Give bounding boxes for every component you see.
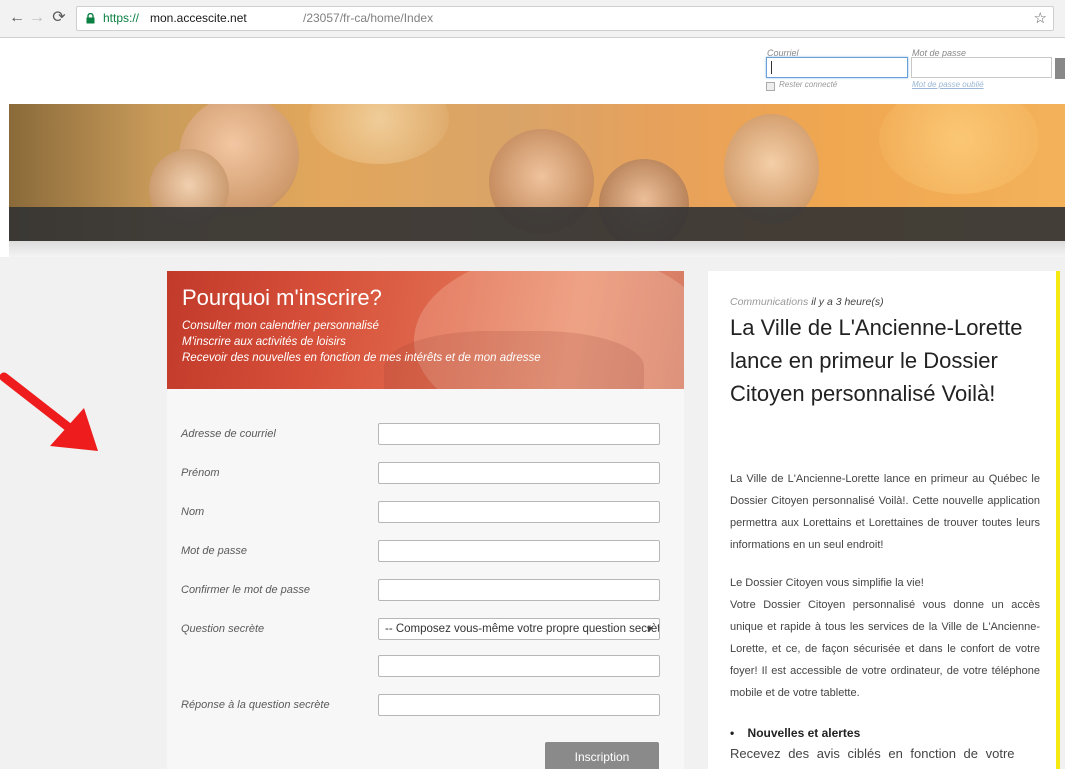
confirm-password-field[interactable] xyxy=(378,579,660,601)
article-subheading: Le Dossier Citoyen vous simplifie la vie… xyxy=(730,577,924,589)
bullet-title-text: Nouvelles et alertes xyxy=(747,726,861,740)
hero-banner-image xyxy=(9,104,1065,241)
address-bar[interactable]: https:// mon.accescite.net /23057/fr-ca/… xyxy=(76,6,1054,31)
text-caret xyxy=(771,61,772,74)
password-field[interactable] xyxy=(378,540,660,562)
red-arrow-annotation xyxy=(0,372,98,451)
registration-title: Pourquoi m'inscrire? xyxy=(182,285,382,310)
hero-shadow xyxy=(9,241,1065,257)
inscription-button[interactable]: Inscription xyxy=(545,742,659,769)
dropdown-arrow-icon: ▼ xyxy=(645,624,654,634)
confirm-password-label: Confirmer le mot de passe xyxy=(181,584,310,596)
secret-answer-label: Réponse à la question secrète xyxy=(181,699,330,711)
article-paragraph: Votre Dossier Citoyen personnalisé vous … xyxy=(730,599,1040,699)
page: ← → ⟳ https:// mon.accescite.net /23057/… xyxy=(0,0,1065,769)
url-scheme: https:// xyxy=(103,11,140,25)
reload-icon[interactable]: ⟳ xyxy=(50,9,68,27)
email-field[interactable] xyxy=(378,423,660,445)
secret-answer-field[interactable] xyxy=(378,694,660,716)
login-bar: Courriel Mot de passe Rester connecté Mo… xyxy=(0,38,1065,100)
lock-icon xyxy=(86,13,95,24)
remember-me-label: Rester connecté xyxy=(779,80,838,89)
article-meta: Communications il y a 3 heure(s) xyxy=(730,296,884,308)
benefit-item: Consulter mon calendrier personnalisé xyxy=(182,320,379,332)
url-host: mon.accescite.net xyxy=(150,11,247,25)
bookmark-star-icon[interactable]: ☆ xyxy=(1034,7,1047,30)
firstname-field[interactable] xyxy=(378,462,660,484)
article-title[interactable]: La Ville de L'Ancienne-Lorette lance en … xyxy=(730,311,1060,410)
login-password-input[interactable] xyxy=(911,57,1052,78)
back-arrow-icon[interactable]: ← xyxy=(8,9,26,27)
browser-toolbar: ← → ⟳ https:// mon.accescite.net /23057/… xyxy=(0,0,1065,38)
login-submit-button[interactable] xyxy=(1055,58,1065,79)
login-email-input[interactable] xyxy=(766,57,908,78)
article-timestamp: il y a 3 heure(s) xyxy=(811,296,884,308)
article-paragraph: La Ville de L'Ancienne-Lorette lance en … xyxy=(730,473,1040,551)
lastname-field-label: Nom xyxy=(181,506,205,518)
registration-header: Pourquoi m'inscrire? Consulter mon calen… xyxy=(167,271,684,389)
benefit-item: M'inscrire aux activités de loisirs xyxy=(182,336,346,348)
article-bullet-title: • Nouvelles et alertes xyxy=(730,726,861,740)
password-field-label: Mot de passe xyxy=(181,545,248,557)
forward-arrow-icon[interactable]: → xyxy=(28,9,46,27)
registration-form: Pourquoi m'inscrire? Consulter mon calen… xyxy=(167,271,684,769)
benefit-item: Recevoir des nouvelles en fonction de me… xyxy=(182,352,541,364)
custom-question-field[interactable] xyxy=(378,655,660,677)
article-bullet-text: Recevez des avis ciblés en fonction de v… xyxy=(730,746,1015,761)
url-path: /23057/fr-ca/home/Index xyxy=(303,11,434,25)
hero-light-glow xyxy=(309,104,449,164)
secret-question-label: Question secrète xyxy=(181,623,265,635)
forgot-password-link[interactable]: Mot de passe oublié xyxy=(912,80,984,89)
secret-question-select[interactable]: -- Composez vous-même votre propre quest… xyxy=(378,618,660,640)
email-field-label: Adresse de courriel xyxy=(181,428,276,440)
article-category[interactable]: Communications xyxy=(730,296,808,308)
news-article: Communications il y a 3 heure(s) La Ville… xyxy=(708,271,1060,769)
lastname-field[interactable] xyxy=(378,501,660,523)
secret-question-value: -- Composez vous-même votre propre quest… xyxy=(385,623,660,635)
firstname-field-label: Prénom xyxy=(181,467,220,479)
hero-light-glow xyxy=(879,104,1039,194)
hero-dark-band xyxy=(9,207,1065,241)
remember-me-checkbox[interactable] xyxy=(766,82,775,91)
